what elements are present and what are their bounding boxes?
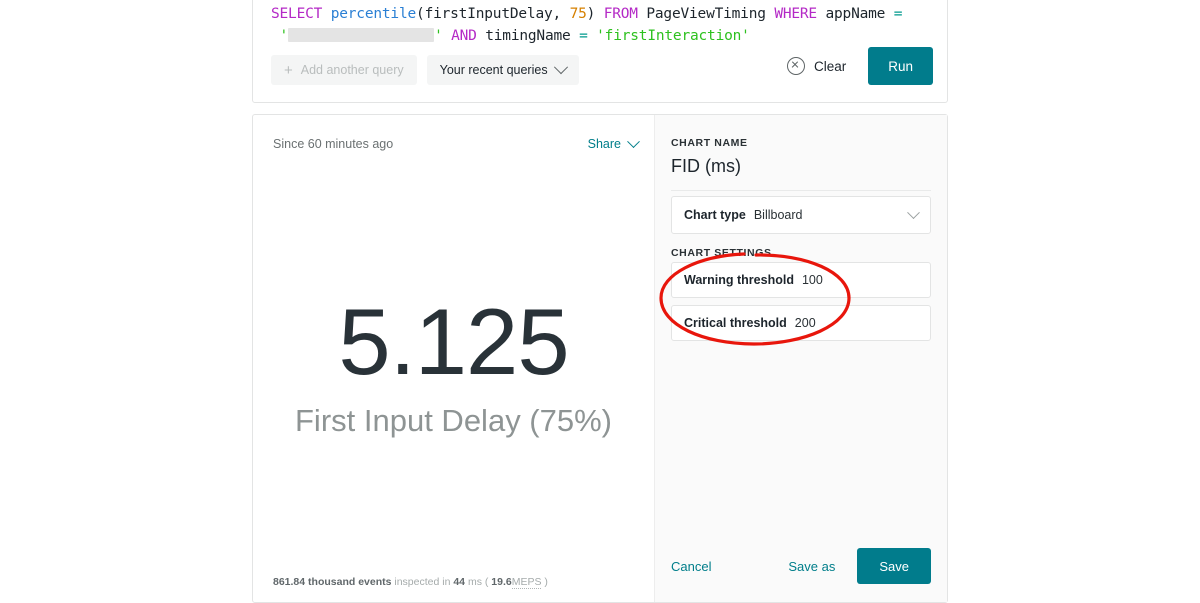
query-toolbar-right: Clear Run	[786, 47, 933, 85]
warning-threshold-value: 100	[801, 273, 823, 287]
redacted-app-name	[288, 28, 435, 42]
chevron-down-icon	[907, 205, 920, 219]
duration-unit: ms (	[465, 576, 492, 588]
close-circle-icon	[786, 57, 805, 75]
query-duration: 44	[453, 576, 466, 588]
chart-settings-label: CHART SETTINGS	[671, 247, 772, 259]
warning-threshold-field[interactable]: Warning threshold 100	[671, 262, 931, 298]
query-toolbar: + Add another query Your recent queries …	[271, 47, 933, 89]
add-another-query-label: Add another query	[300, 63, 404, 77]
chart-header: Since 60 minutes ago Share	[273, 134, 640, 151]
inspected-text: inspected in	[391, 576, 454, 588]
clear-button[interactable]: Clear	[786, 57, 847, 75]
share-button[interactable]: Share	[587, 134, 640, 151]
recent-queries-button[interactable]: Your recent queries	[426, 55, 579, 85]
critical-threshold-value: 200	[794, 316, 816, 330]
chevron-down-icon	[553, 60, 568, 75]
recent-queries-label: Your recent queries	[439, 63, 548, 77]
settings-actions: Cancel Save as Save	[671, 548, 931, 584]
run-button[interactable]: Run	[868, 47, 933, 85]
critical-threshold-label: Critical threshold	[684, 316, 787, 330]
chart-type-value: Billboard	[753, 208, 803, 222]
query-stats-footer: 861.84 thousand events inspected in 44 m…	[273, 576, 548, 589]
cancel-button[interactable]: Cancel	[671, 559, 711, 574]
chart-type-select[interactable]: Chart type Billboard	[671, 196, 931, 234]
billboard-label: First Input Delay (75%)	[295, 403, 612, 438]
plus-icon: +	[284, 61, 293, 79]
chart-name-label: CHART NAME	[671, 137, 748, 149]
clear-label: Clear	[813, 58, 847, 74]
time-range-label: Since 60 minutes ago	[273, 137, 394, 151]
meps-tooltip-term[interactable]: MEPS	[511, 576, 542, 589]
billboard-value: 5.125	[338, 289, 569, 394]
settings-divider	[671, 190, 931, 191]
events-rate: 19.6	[491, 576, 512, 588]
nrql-query-input[interactable]: SELECT percentile(firstInputDelay, 75) F…	[271, 3, 933, 47]
critical-threshold-field[interactable]: Critical threshold 200	[671, 305, 931, 341]
add-another-query-button[interactable]: + Add another query	[271, 55, 417, 85]
chart-builder-card: Since 60 minutes ago Share 5.125 First I…	[252, 114, 948, 603]
billboard-chart: 5.125 First Input Delay (75%)	[253, 295, 654, 439]
chevron-down-icon	[627, 134, 640, 148]
query-editor-card: SELECT percentile(firstInputDelay, 75) F…	[252, 0, 948, 103]
save-button[interactable]: Save	[857, 548, 931, 584]
warning-threshold-label: Warning threshold	[684, 273, 794, 287]
chart-preview-pane: Since 60 minutes ago Share 5.125 First I…	[253, 115, 655, 602]
chart-type-label: Chart type	[684, 208, 746, 222]
chart-settings-pane: CHART NAME FID (ms) Chart type Billboard…	[655, 115, 947, 602]
query-toolbar-left: + Add another query Your recent queries	[271, 55, 579, 85]
save-as-button[interactable]: Save as	[788, 559, 835, 574]
footer-close-paren: )	[541, 576, 548, 588]
share-label: Share	[587, 137, 621, 151]
chart-name-input[interactable]: FID (ms)	[671, 156, 741, 177]
events-inspected-count: 861.84 thousand events	[273, 576, 392, 588]
